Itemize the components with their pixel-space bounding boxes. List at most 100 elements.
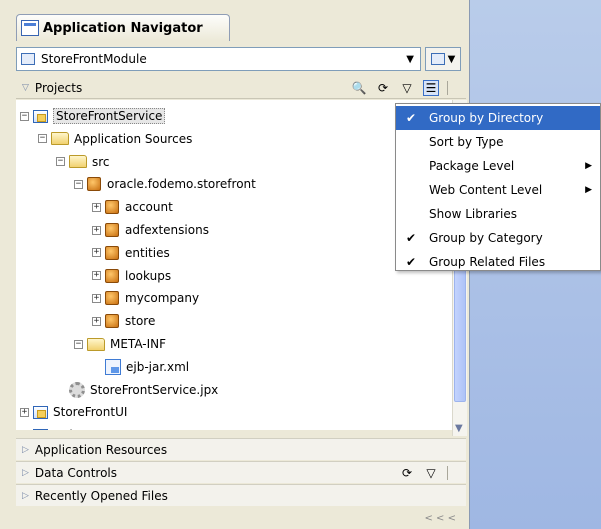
panel-title: Application Navigator	[43, 20, 203, 36]
collapse-icon[interactable]: −	[74, 179, 83, 189]
projects-label: Projects	[34, 80, 83, 95]
accordion-recently-opened-files[interactable]: ▷ Recently Opened Files	[16, 484, 466, 506]
group-by-dropdown-menu: ✔ Group by Directory Sort by Type Package L…	[395, 103, 601, 271]
submenu-arrow-icon: ▶	[585, 185, 592, 195]
separator	[447, 465, 448, 480]
package-icon	[105, 268, 119, 283]
accordion-label: Data Controls	[34, 465, 118, 480]
expand-icon[interactable]: +	[92, 271, 101, 281]
tree-node-label: META-INF	[110, 337, 167, 351]
package-icon	[105, 200, 119, 215]
gear-icon	[69, 381, 85, 398]
group-by-icon[interactable]: ☰	[423, 79, 439, 96]
status-text: < < <	[424, 512, 457, 524]
accordion-label: Recently Opened Files	[34, 488, 168, 503]
menu-item[interactable]: ✔ Group by Category	[396, 226, 600, 250]
tree-node-label: mycompany	[125, 291, 200, 306]
menu-item[interactable]: Package Level ▶	[396, 154, 600, 178]
expand-icon[interactable]: +	[92, 293, 101, 303]
menu-item-label: Web Content Level	[429, 183, 543, 197]
menu-item-label: Group Related Files	[429, 255, 546, 269]
expand-triangle-icon[interactable]: ▷	[22, 445, 29, 455]
module-icon	[21, 53, 35, 65]
accordion-data-controls[interactable]: ▷ Data Controls ⟳ ▽	[16, 461, 466, 483]
menu-item[interactable]: Sort by Type	[396, 130, 600, 154]
expand-icon[interactable]: +	[20, 407, 29, 417]
menu-item[interactable]: ✔ Group by Directory	[396, 106, 600, 130]
tree-node-label: adfextensions	[125, 223, 209, 237]
collapse-triangle-icon[interactable]: ▽	[22, 83, 29, 93]
tree-node[interactable]: +UnitTests	[20, 425, 107, 430]
tree-node-label: StoreFrontService.jpx	[90, 382, 219, 397]
expand-icon[interactable]: +	[92, 316, 101, 326]
filter-icon[interactable]: ▽	[423, 465, 439, 481]
expand-triangle-icon[interactable]: ▷	[22, 491, 29, 501]
project-icon	[33, 428, 48, 430]
expand-icon[interactable]: +	[92, 202, 101, 212]
checkmark-icon: ✔	[406, 255, 417, 269]
submenu-arrow-icon: ▶	[585, 161, 592, 171]
tree-node[interactable]: + adfextensions	[92, 220, 209, 240]
tree-node[interactable]: − src	[56, 152, 110, 172]
tree-node-label: Application Sources	[74, 131, 193, 146]
package-icon	[87, 177, 101, 192]
expand-triangle-icon[interactable]: ▷	[22, 468, 29, 478]
project-tree: − StoreFrontService − Application Sources − s…	[16, 100, 452, 430]
collapse-icon[interactable]: −	[20, 111, 29, 121]
tree-node[interactable]: + account	[92, 197, 173, 217]
collapse-icon[interactable]: −	[74, 339, 83, 349]
filter-icon[interactable]: ▽	[399, 80, 415, 96]
tree-node[interactable]: + StoreFrontUI	[20, 402, 127, 422]
tree-node[interactable]: − StoreFrontService	[20, 106, 166, 126]
xml-file-icon	[105, 358, 121, 375]
tree-node-label: store	[125, 314, 156, 329]
menu-item[interactable]: Web Content Level ▶	[396, 178, 600, 202]
tree-node-label: src	[92, 154, 110, 169]
accordion-application-resources[interactable]: ▷ Application Resources	[16, 438, 466, 460]
scroll-down-icon[interactable]: ▼	[455, 423, 463, 434]
tree-node[interactable]: + store	[92, 311, 155, 331]
menu-item[interactable]: Show Libraries	[396, 202, 600, 226]
module-icon	[430, 53, 445, 65]
sync-icon[interactable]: ⟳	[375, 80, 391, 96]
menu-item-label: Group by Category	[429, 231, 543, 245]
sync-icon[interactable]: ⟳	[399, 465, 415, 481]
menu-item[interactable]: ✔ Group Related Files	[396, 250, 600, 274]
chevron-down-icon[interactable]: ▼	[406, 54, 414, 65]
tree-node-label: StoreFrontService	[53, 108, 166, 124]
tree-node[interactable]: + mycompany	[92, 288, 199, 308]
tree-node-label: oracle.fodemo.storefront	[107, 177, 256, 192]
tree-node[interactable]: StoreFrontService.jpx	[56, 380, 218, 400]
module-combo[interactable]: StoreFrontModule ▼	[16, 47, 421, 71]
tree-node[interactable]: − META-INF	[74, 334, 166, 354]
tree-node[interactable]: + lookups	[92, 266, 171, 286]
folder-icon	[51, 132, 69, 146]
expand-icon[interactable]: +	[92, 248, 101, 258]
collapse-icon[interactable]: −	[56, 157, 65, 167]
data-controls-toolbar: ⟳ ▽	[399, 465, 448, 481]
folder-icon	[69, 155, 87, 169]
tree-node-label: account	[125, 200, 173, 215]
module-name: StoreFrontModule	[41, 52, 147, 66]
collapse-icon[interactable]: −	[38, 134, 47, 144]
search-icon[interactable]: 🔍	[351, 80, 367, 96]
status-bar: < < <	[16, 509, 466, 527]
menu-item-label: Show Libraries	[429, 207, 518, 221]
tree-node[interactable]: ejb-jar.xml	[92, 357, 189, 377]
projects-header[interactable]: ▽ Projects 🔍 ⟳ ▽ ☰	[16, 77, 466, 99]
tree-node[interactable]: − oracle.fodemo.storefront	[74, 174, 256, 194]
project-icon	[33, 405, 48, 419]
tree-node-label: entities	[125, 245, 170, 260]
application-navigator-tab[interactable]: Application Navigator	[16, 14, 230, 41]
module-selector-row: StoreFrontModule ▼ ▼	[16, 44, 466, 74]
tree-node-label: UnitTests	[53, 428, 107, 430]
tree-node-label: lookups	[125, 268, 172, 283]
chevron-down-icon: ▼	[447, 53, 456, 65]
expand-icon[interactable]: +	[92, 225, 101, 235]
package-icon	[105, 223, 119, 237]
module-menu-button[interactable]: ▼	[425, 47, 461, 71]
separator	[447, 80, 448, 95]
tree-node[interactable]: + entities	[92, 243, 170, 263]
application-navigator-icon	[21, 20, 39, 36]
tree-node[interactable]: − Application Sources	[38, 129, 192, 149]
